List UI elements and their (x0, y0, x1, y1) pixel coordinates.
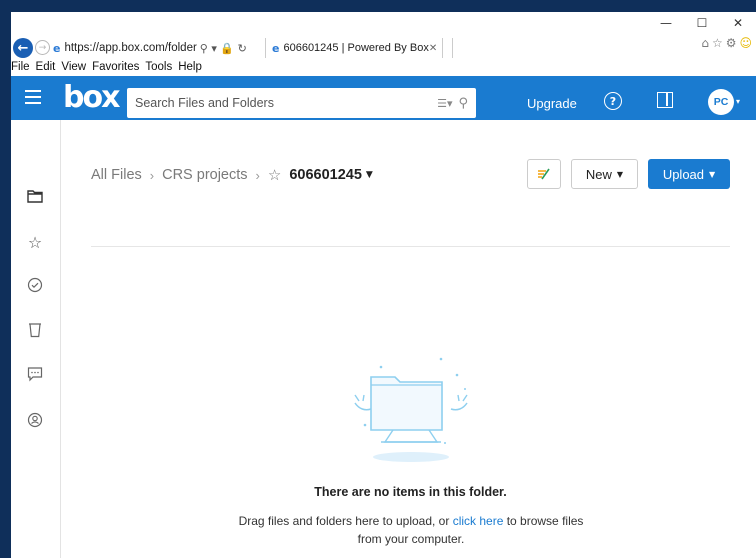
favorite-star-icon[interactable]: ☆ (268, 166, 281, 184)
browser-titlebar: — ☐ ✕ ⌂ ☆ ⚙ ☺ ← → e https://app.box.com/… (11, 12, 756, 60)
notes-icon (538, 168, 550, 180)
menu-favorites[interactable]: Favorites (92, 61, 139, 76)
star-icon[interactable]: ☆ (25, 232, 45, 252)
refresh-icon[interactable]: ↻ (238, 42, 247, 55)
user-circle-icon[interactable] (25, 410, 45, 430)
favorites-star-icon[interactable]: ☆ (712, 36, 723, 50)
search-input[interactable] (135, 96, 405, 110)
browser-tab[interactable]: e 606601245 | Powered By Box ✕ (265, 38, 443, 58)
content-divider (91, 246, 730, 247)
empty-folder-illustration (354, 357, 468, 462)
new-tab-button[interactable] (443, 38, 453, 58)
browser-toolbar-icons: ⌂ ☆ ⚙ ☺ (701, 36, 752, 50)
home-icon[interactable]: ⌂ (701, 36, 709, 50)
back-button[interactable]: ← (13, 38, 33, 58)
settings-gear-icon[interactable]: ⚙ (726, 36, 737, 50)
help-icon[interactable]: ? (604, 92, 622, 110)
comment-icon[interactable] (25, 364, 45, 384)
menu-bar: File Edit View Favorites Tools Help (11, 61, 202, 76)
breadcrumb-current-folder[interactable]: 606601245 (289, 167, 362, 183)
forward-button[interactable]: → (35, 40, 50, 55)
new-button-label: New (585, 166, 612, 182)
chevron-down-icon: ▼ (616, 169, 624, 179)
avatar[interactable]: PC (708, 89, 734, 115)
empty-state-description: Drag files and folders here to upload, o… (231, 512, 591, 548)
breadcrumb: All Files › CRS projects › ☆ 606601245 ▼ (91, 166, 373, 184)
tab-close-icon[interactable]: ✕ (429, 43, 437, 54)
upload-button[interactable]: Upload ▼ (648, 159, 730, 189)
empty-state-title: There are no items in this folder. (314, 485, 507, 499)
address-tools: ⚲ ▾ 🔒 ↻ (200, 42, 247, 55)
chevron-down-icon: ▼ (709, 169, 716, 179)
menu-edit[interactable]: Edit (36, 61, 56, 76)
lock-icon[interactable]: 🔒 (220, 42, 234, 55)
chevron-right-icon: › (149, 167, 155, 183)
empty-desc-text-1: Drag files and folders here to upload, o… (238, 514, 453, 528)
folder-icon[interactable] (25, 186, 45, 206)
folder-options-caret-icon[interactable]: ▼ (366, 170, 373, 180)
new-button[interactable]: New ▼ (571, 159, 638, 189)
address-url[interactable]: https://app.box.com/folder (64, 42, 196, 54)
box-logo[interactable]: box (63, 80, 120, 115)
upgrade-link[interactable]: Upgrade (527, 96, 577, 111)
close-window-button[interactable]: ✕ (720, 12, 756, 34)
app-header: box ☰▾ ⚲ Upgrade ? PC ▾ (11, 76, 756, 120)
trash-icon[interactable] (25, 320, 45, 340)
menu-tools[interactable]: Tools (145, 61, 172, 76)
tab-favicon-icon: e (272, 41, 280, 55)
browser-window: — ☐ ✕ ⌂ ☆ ⚙ ☺ ← → e https://app.box.com/… (11, 12, 756, 558)
breadcrumb-all-files[interactable]: All Files (91, 167, 142, 183)
check-circle-icon[interactable] (25, 275, 45, 295)
search-box: ☰▾ ⚲ (127, 88, 476, 118)
tab-title: 606601245 | Powered By Box (283, 42, 429, 54)
ie-page-icon: e (53, 41, 61, 55)
address-bar[interactable]: e https://app.box.com/folder ⚲ ▾ 🔒 ↻ (51, 38, 263, 58)
minimize-button[interactable]: — (648, 12, 684, 34)
click-here-link[interactable]: click here (453, 514, 504, 528)
breadcrumb-crs-projects[interactable]: CRS projects (162, 167, 247, 183)
avatar-dropdown-caret-icon[interactable]: ▾ (736, 97, 740, 106)
search-icon[interactable]: ⚲ (200, 42, 208, 55)
menu-file[interactable]: File (11, 61, 30, 76)
box-notes-button[interactable] (527, 159, 561, 189)
search-icon[interactable]: ⚲ (458, 96, 468, 111)
filter-icon[interactable]: ☰▾ (437, 97, 452, 110)
left-sidebar: ☆ (11, 120, 61, 558)
window-controls: — ☐ ✕ (648, 12, 756, 34)
hamburger-menu-icon[interactable] (25, 90, 41, 104)
feedback-smiley-icon[interactable]: ☺ (739, 36, 752, 50)
upload-button-label: Upload (662, 166, 705, 182)
menu-view[interactable]: View (61, 61, 86, 76)
maximize-button[interactable]: ☐ (684, 12, 720, 34)
chevron-right-icon: › (255, 167, 260, 183)
dropdown-caret-icon[interactable]: ▾ (211, 42, 217, 55)
menu-help[interactable]: Help (178, 61, 202, 76)
side-panel-toggle-icon[interactable] (657, 92, 673, 108)
